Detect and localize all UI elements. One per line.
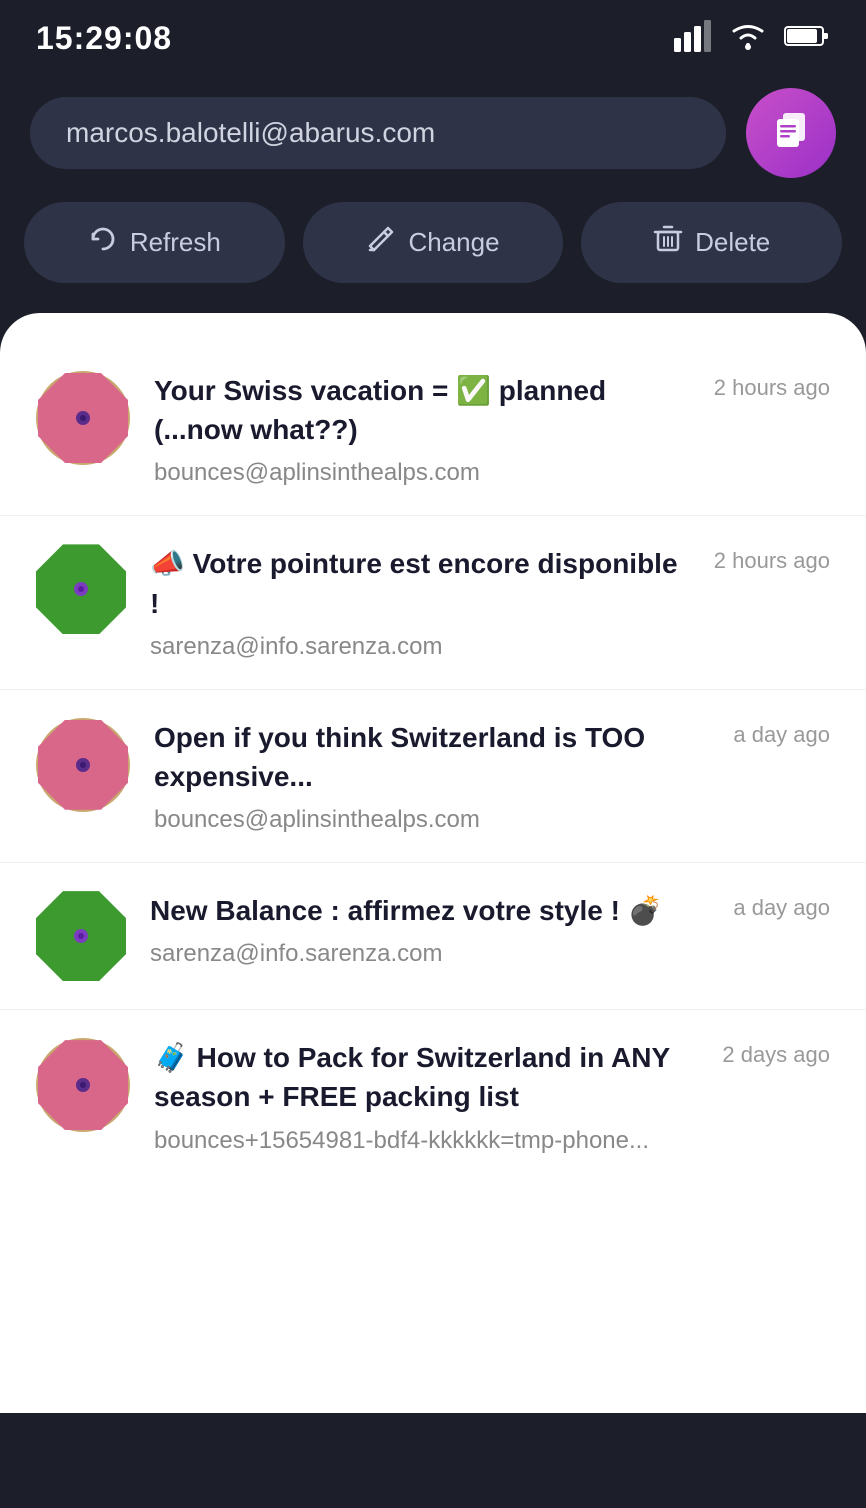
avatar <box>36 891 126 981</box>
mail-container: Your Swiss vacation = ✅ planned (...now … <box>0 313 866 1413</box>
mail-content: Your Swiss vacation = ✅ planned (...now … <box>154 371 686 487</box>
status-icons <box>674 20 830 57</box>
account-email: marcos.balotelli@abarus.com <box>66 117 435 148</box>
mail-content: New Balance : affirmez votre style ! 💣 s… <box>150 891 686 968</box>
refresh-button[interactable]: Refresh <box>24 202 285 283</box>
list-item[interactable]: Open if you think Switzerland is TOO exp… <box>0 690 866 863</box>
avatar-icon <box>769 107 813 160</box>
mail-time: 2 days ago <box>710 1038 830 1068</box>
refresh-label: Refresh <box>130 227 221 258</box>
avatar <box>36 371 130 465</box>
edit-icon <box>366 224 396 261</box>
trash-icon <box>653 224 683 261</box>
mail-subject: Open if you think Switzerland is TOO exp… <box>154 718 686 796</box>
signal-icon <box>674 20 712 57</box>
mail-from: sarenza@info.sarenza.com <box>150 633 686 661</box>
status-time: 15:29:08 <box>36 20 172 57</box>
change-label: Change <box>408 227 499 258</box>
mail-subject: 🧳 How to Pack for Switzerland in ANY sea… <box>154 1038 686 1116</box>
action-buttons: Refresh Change Delete <box>0 202 866 313</box>
list-item[interactable]: 🧳 How to Pack for Switzerland in ANY sea… <box>0 1010 866 1182</box>
mail-from: sarenza@info.sarenza.com <box>150 940 686 968</box>
avatar <box>36 544 126 634</box>
account-header: marcos.balotelli@abarus.com <box>0 72 866 202</box>
mail-time: a day ago <box>710 891 830 921</box>
battery-icon <box>784 24 830 53</box>
mail-content: 🧳 How to Pack for Switzerland in ANY sea… <box>154 1038 686 1154</box>
mail-time: 2 hours ago <box>710 544 830 574</box>
status-bar: 15:29:08 <box>0 0 866 72</box>
mail-content: 📣 Votre pointure est encore disponible !… <box>150 544 686 660</box>
mail-from: bounces@aplinsinthealps.com <box>154 806 686 834</box>
refresh-icon <box>88 224 118 261</box>
mail-from: bounces+15654981-bdf4-kkkkkk=tmp-phone..… <box>154 1127 686 1155</box>
list-item[interactable]: Your Swiss vacation = ✅ planned (...now … <box>0 343 866 516</box>
mail-from: bounces@aplinsinthealps.com <box>154 459 686 487</box>
list-item[interactable]: 📣 Votre pointure est encore disponible !… <box>0 516 866 689</box>
mail-time: a day ago <box>710 718 830 748</box>
account-avatar[interactable] <box>746 88 836 178</box>
list-item[interactable]: New Balance : affirmez votre style ! 💣 s… <box>0 863 866 1010</box>
mail-time: 2 hours ago <box>710 371 830 401</box>
mail-subject: Your Swiss vacation = ✅ planned (...now … <box>154 371 686 449</box>
avatar <box>36 718 130 812</box>
mail-subject: New Balance : affirmez votre style ! 💣 <box>150 891 686 930</box>
mail-subject: 📣 Votre pointure est encore disponible ! <box>150 544 686 622</box>
change-button[interactable]: Change <box>303 202 564 283</box>
mail-content: Open if you think Switzerland is TOO exp… <box>154 718 686 834</box>
wifi-icon <box>728 21 768 56</box>
email-pill: marcos.balotelli@abarus.com <box>30 97 726 169</box>
delete-label: Delete <box>695 227 770 258</box>
avatar <box>36 1038 130 1132</box>
delete-button[interactable]: Delete <box>581 202 842 283</box>
